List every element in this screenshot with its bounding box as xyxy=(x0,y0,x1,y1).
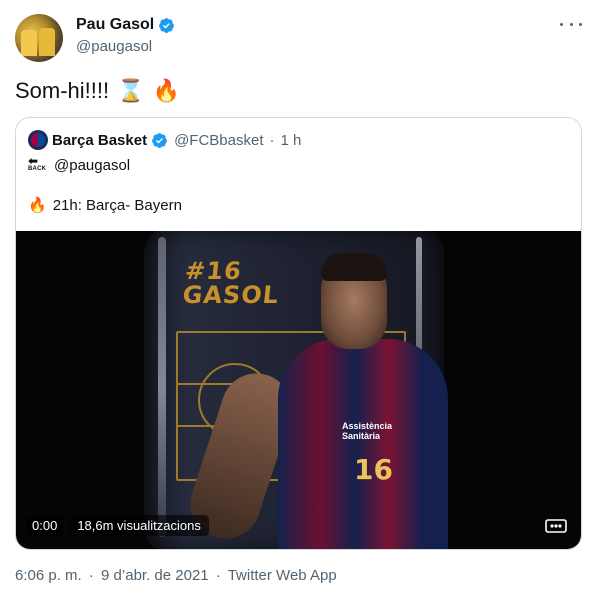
quoted-mention-line: ⬅ BACK @paugasol xyxy=(28,154,131,174)
verified-badge-icon xyxy=(159,17,175,33)
more-options-icon[interactable] xyxy=(560,16,582,32)
quoted-display-name: Barça Basket xyxy=(52,131,148,149)
author-avatar[interactable] xyxy=(15,14,63,62)
video-gasol-name: GASOL xyxy=(181,281,281,309)
avatar-jersey-right xyxy=(39,28,55,56)
quoted-avatar xyxy=(28,130,48,150)
author-display-name[interactable]: Pau Gasol xyxy=(76,16,154,34)
quoted-separator: · xyxy=(269,131,275,149)
video-locker-edge xyxy=(158,237,166,537)
quoted-header: Barça Basket @FCBbasket · 1 h xyxy=(28,130,301,150)
back-arrow-glyph: ⬅ xyxy=(28,154,39,168)
timestamp-separator: · xyxy=(215,567,221,584)
timestamp-source[interactable]: Twitter Web App xyxy=(228,567,337,584)
fire-emoji: 🔥 xyxy=(28,197,47,214)
video-jersey-sponsor: Assistència Sanitària xyxy=(342,421,393,441)
video-gasol-number: #16 xyxy=(183,257,244,285)
timestamp-date: 9 d’abr. de 2021 xyxy=(101,567,209,584)
quoted-mention: @paugasol xyxy=(54,156,131,174)
timestamp-separator: · xyxy=(88,567,94,584)
quoted-text: 21h: Barça- Bayern xyxy=(52,196,182,214)
more-dot xyxy=(560,22,563,26)
quoted-text-line: 🔥 21h: Barça- Bayern xyxy=(28,196,182,215)
video-settings-icon[interactable] xyxy=(544,514,568,538)
tweet-card: Pau Gasol @paugasol Som-hi!!!! ⌛ 🔥 Barça… xyxy=(0,0,594,597)
hourglass-emoji: ⌛ xyxy=(117,78,145,103)
timestamp-time: 6:06 p. m. xyxy=(15,567,82,584)
quoted-tweet[interactable]: Barça Basket @FCBbasket · 1 h ⬅ BACK @pa… xyxy=(15,117,582,550)
author-handle[interactable]: @paugasol xyxy=(76,38,152,55)
back-icon-label: BACK xyxy=(28,166,47,172)
video-view-count: 18,6m visualitzacions xyxy=(69,515,209,536)
tweet-timestamp[interactable]: 6:06 p. m. · 9 d’abr. de 2021 · Twitter … xyxy=(15,567,340,584)
video-player[interactable]: #16 GASOL Assistència Sanitària 16 0:00 … xyxy=(16,231,581,549)
quoted-handle: @FCBbasket xyxy=(174,131,264,149)
video-jersey-number: 16 xyxy=(354,453,393,486)
quoted-time: 1 h xyxy=(280,131,302,149)
video-overlay-bar: 0:00 18,6m visualitzacions xyxy=(26,515,209,536)
avatar-jersey-left xyxy=(21,30,37,56)
author-name-row: Pau Gasol xyxy=(76,16,175,34)
more-dot xyxy=(569,22,573,26)
tweet-body: Som-hi!!!! xyxy=(15,78,110,103)
video-gasol-graphic: #16 GASOL xyxy=(181,257,282,309)
video-elapsed-time: 0:00 xyxy=(26,515,64,536)
video-player-hair xyxy=(321,253,387,281)
back-arrow-icon: ⬅ BACK xyxy=(28,154,48,174)
verified-badge-icon xyxy=(152,132,167,148)
fire-emoji: 🔥 xyxy=(152,78,180,103)
video-player-body xyxy=(278,339,448,549)
tweet-text: Som-hi!!!! ⌛ 🔥 xyxy=(15,78,180,104)
more-dot xyxy=(579,22,582,26)
